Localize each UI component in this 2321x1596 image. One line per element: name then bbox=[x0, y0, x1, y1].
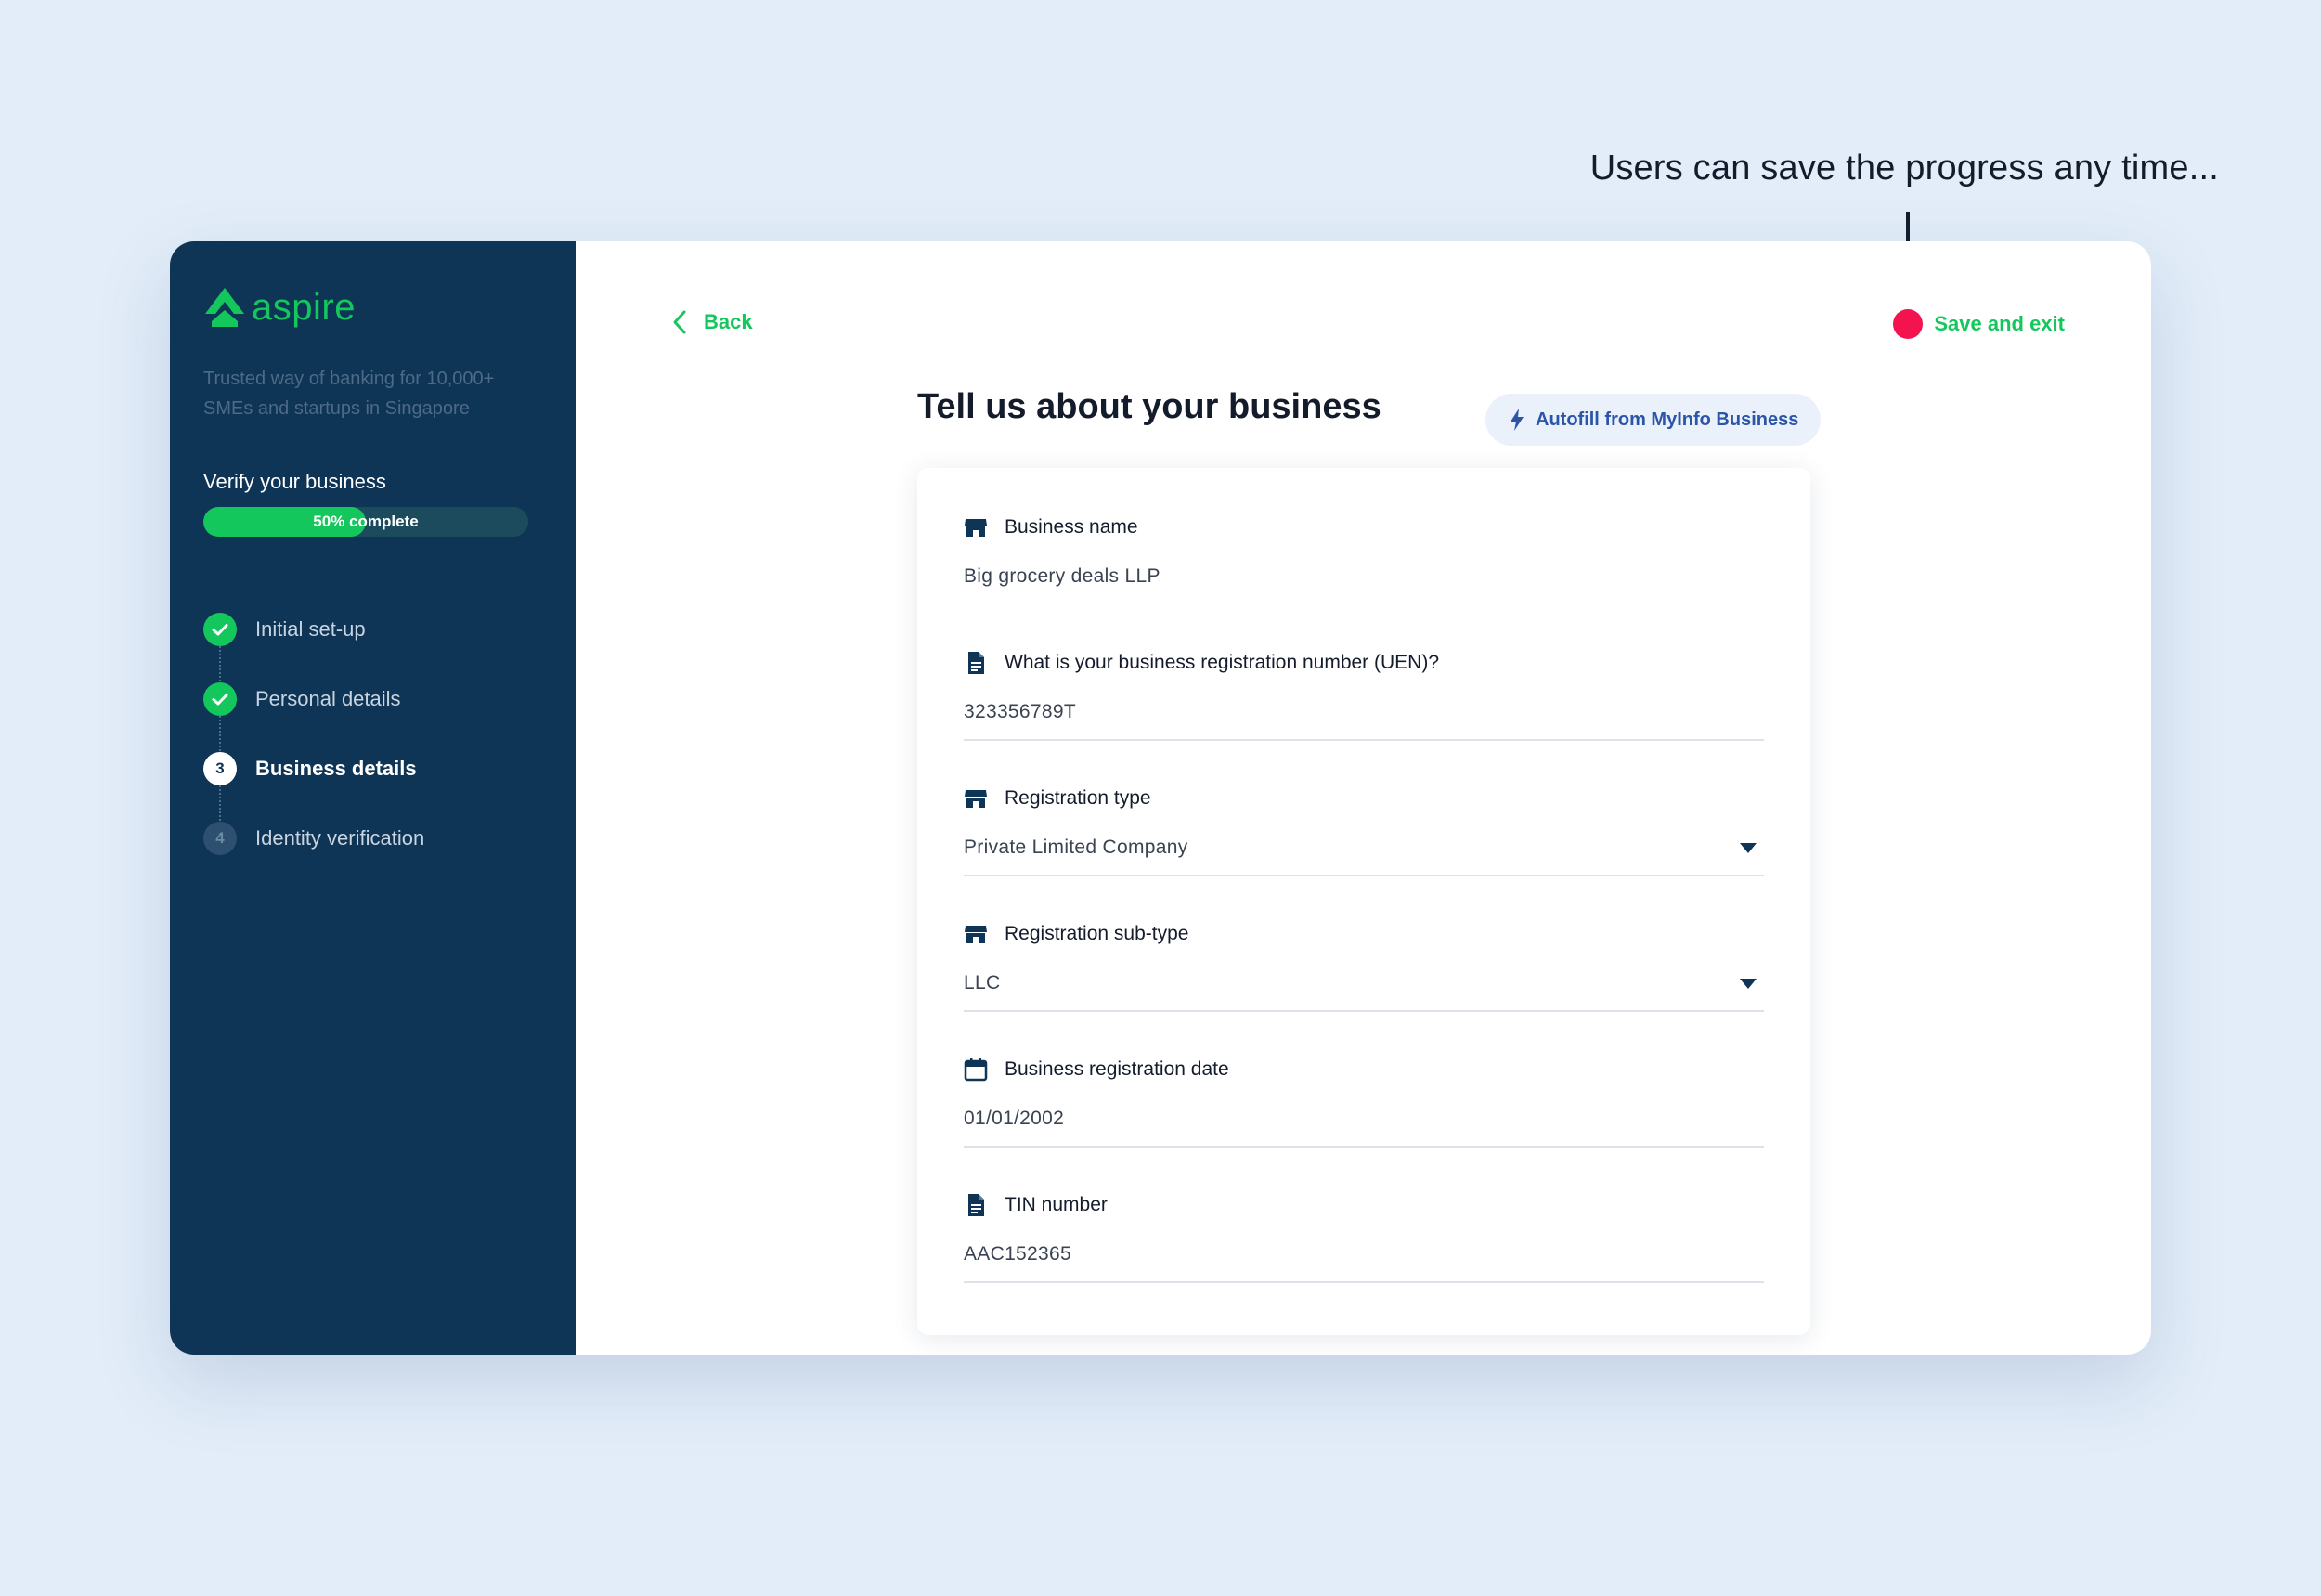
step-business-details[interactable]: 3 Business details bbox=[203, 733, 424, 821]
field-label: Registration sub-type bbox=[1005, 923, 1189, 944]
step-label: Personal details bbox=[255, 686, 401, 710]
registration-type-field: Registration type Private Limited Compan… bbox=[964, 782, 1764, 876]
field-underline bbox=[964, 739, 1764, 741]
sidebar: aspire Trusted way of banking for 10,000… bbox=[170, 241, 576, 1355]
field-value: Big grocery deals LLP bbox=[964, 565, 1160, 587]
brand-name: aspire bbox=[252, 286, 356, 328]
field-underline bbox=[964, 875, 1764, 876]
tagline: Trusted way of banking for 10,000+ SMEs … bbox=[203, 369, 495, 419]
field-value: Private Limited Company bbox=[964, 837, 1188, 858]
step-initial-setup[interactable]: Initial set-up bbox=[203, 594, 424, 681]
field-value: LLC bbox=[964, 972, 1001, 993]
field-underline bbox=[964, 1010, 1764, 1012]
step-personal-details[interactable]: Personal details bbox=[203, 664, 424, 751]
check-icon bbox=[203, 612, 237, 646]
document-icon bbox=[968, 652, 984, 674]
autofill-label: Autofill from MyInfo Business bbox=[1536, 409, 1799, 430]
registration-date-field: Business registration date 01/01/2002 bbox=[964, 1053, 1764, 1148]
store-icon bbox=[965, 790, 987, 808]
lightning-icon bbox=[1511, 409, 1524, 431]
step-label: Identity verification bbox=[255, 825, 425, 850]
logo: aspire bbox=[203, 286, 356, 329]
autofill-button[interactable]: Autofill from MyInfo Business bbox=[1485, 394, 1822, 446]
registration-date-input[interactable]: 01/01/2002 bbox=[964, 1101, 1764, 1136]
uen-field: What is your business registration numbe… bbox=[964, 646, 1764, 741]
step-number-badge: 3 bbox=[203, 751, 237, 785]
store-icon bbox=[965, 519, 987, 537]
document-icon bbox=[968, 1194, 984, 1216]
page-title: Tell us about your business bbox=[917, 387, 1381, 426]
annotation-dot bbox=[1893, 309, 1923, 339]
registration-type-select[interactable]: Private Limited Company bbox=[964, 830, 1764, 865]
tin-number-field: TIN number AAC152365 bbox=[964, 1188, 1764, 1283]
step-label: Initial set-up bbox=[255, 616, 366, 641]
step-number-badge: 4 bbox=[203, 821, 237, 855]
registration-subtype-field: Registration sub-type LLC bbox=[964, 917, 1764, 1012]
field-label: TIN number bbox=[1005, 1194, 1108, 1215]
calendar-icon bbox=[964, 1058, 988, 1082]
business-form: Business name Big grocery deals LLP What… bbox=[917, 468, 1810, 1335]
aspire-logo-icon bbox=[205, 288, 244, 327]
app-window: aspire Trusted way of banking for 10,000… bbox=[170, 241, 2151, 1355]
caret-down-icon bbox=[1740, 842, 1757, 853]
verify-title: Verify your business bbox=[203, 470, 386, 493]
save-and-exit-button[interactable]: Save and exit bbox=[1934, 312, 2065, 336]
back-button[interactable]: Back bbox=[668, 308, 753, 336]
field-value: AAC152365 bbox=[964, 1243, 1071, 1265]
field-label: Business registration date bbox=[1005, 1058, 1229, 1080]
step-identity-verification[interactable]: 4 Identity verification bbox=[203, 803, 424, 873]
field-label: What is your business registration numbe… bbox=[1005, 652, 1440, 673]
business-name-field: Business name Big grocery deals LLP bbox=[964, 511, 1764, 594]
field-label: Business name bbox=[1005, 516, 1138, 538]
field-underline bbox=[964, 1281, 1764, 1283]
registration-subtype-select[interactable]: LLC bbox=[964, 966, 1764, 1001]
step-list: Initial set-up Personal details 3 Busine… bbox=[203, 594, 424, 873]
business-name-input[interactable]: Big grocery deals LLP bbox=[964, 559, 1764, 594]
field-label: Registration type bbox=[1005, 787, 1151, 809]
store-icon bbox=[965, 926, 987, 943]
chevron-left-icon bbox=[673, 310, 686, 334]
back-label: Back bbox=[704, 310, 753, 333]
progress-label: 50% complete bbox=[313, 513, 419, 530]
main-content: Back Save and exit Tell us about your bu… bbox=[576, 241, 2151, 1355]
field-underline bbox=[964, 1146, 1764, 1148]
tin-number-input[interactable]: AAC152365 bbox=[964, 1237, 1764, 1272]
field-value: 323356789T bbox=[964, 701, 1076, 722]
uen-input[interactable]: 323356789T bbox=[964, 694, 1764, 730]
check-icon bbox=[203, 681, 237, 716]
caret-down-icon bbox=[1740, 978, 1757, 989]
step-label: Business details bbox=[255, 756, 417, 780]
progress-bar: 50% complete bbox=[203, 507, 528, 537]
field-value: 01/01/2002 bbox=[964, 1108, 1065, 1129]
annotation-text: Users can save the progress any time... bbox=[1589, 149, 2219, 188]
